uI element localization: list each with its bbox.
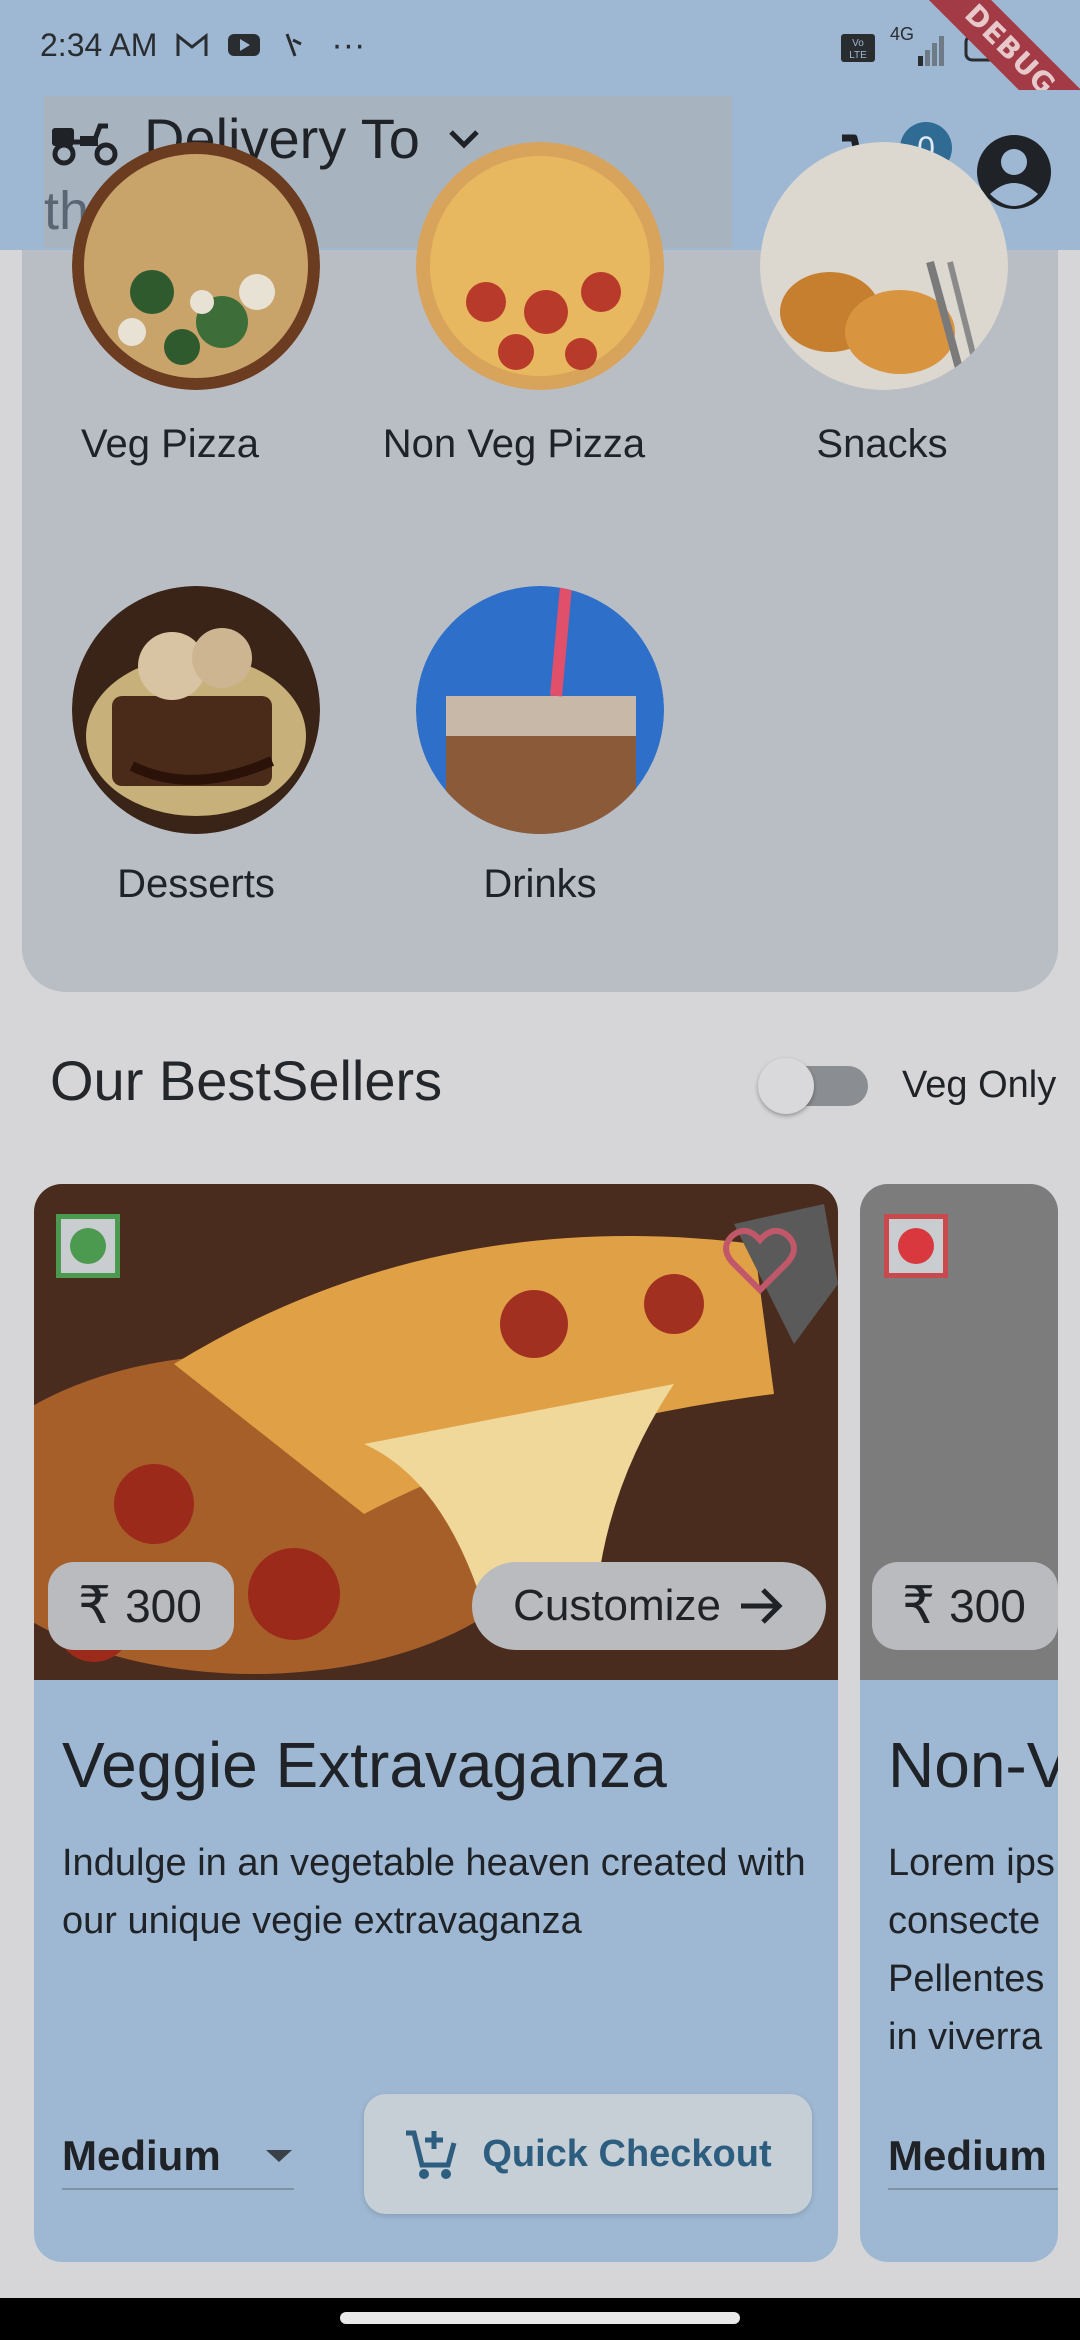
snacks-image [760,142,1008,390]
description-line: consecte [888,1900,1041,1942]
customize-button[interactable]: Customize [472,1562,826,1650]
price-value: 300 [125,1580,202,1632]
description-line: Pellentes [888,1958,1045,2000]
home-gesture-handle[interactable] [340,2312,740,2324]
missed-call-icon [285,33,303,57]
category-label: Snacks [816,422,948,466]
description-line: in viverra [888,2016,1043,2058]
quick-checkout-label: Quick Checkout [482,2132,772,2175]
favorite-heart-icon[interactable] [722,1226,798,1296]
veg-pizza-image [72,142,320,390]
status-time: 2:34 AM [40,26,158,63]
description-line: Lorem ips [888,1842,1055,1884]
veg-only-label: Veg Only [902,1064,1057,1106]
bestsellers-title: Our BestSellers [50,1049,443,1112]
rupee-icon: ₹ [902,1577,936,1635]
category-label: Desserts [117,862,275,906]
product-description: Indulge in an vegetable heaven created w… [62,1842,806,1942]
category-panel: Veg Pizza Non Veg Pizza Snacks Desserts … [22,142,1058,992]
status-bar: 2:34 AM ··· Vo LTE 4G DEBUG [0,0,1080,165]
delivery-scooter-icon [52,123,118,165]
non-veg-pizza-image [416,142,664,390]
non-veg-indicator-icon [884,1214,948,1278]
svg-text:Vo: Vo [852,38,864,49]
product-title: Non-V [888,1729,1058,1801]
size-value: Medium [62,2132,221,2179]
product-title: Veggie Extravaganza [62,1729,667,1801]
arrow-right-icon [740,1588,783,1624]
system-nav-bar [0,2298,1080,2340]
chevron-down-icon [449,129,479,149]
price-tag: ₹ 300 [48,1562,234,1650]
size-value: Medium [888,2132,1047,2179]
rupee-icon: ₹ [78,1577,112,1635]
price-value: 300 [949,1580,1026,1632]
customize-label: Customize [513,1581,721,1630]
dropdown-arrow-icon [266,2150,292,2162]
desserts-image [72,586,320,834]
gmail-icon [176,32,208,56]
product-card[interactable]: ₹ 300 Non-V Lorem ips consecte Pellentes… [860,1184,1058,2262]
veg-only-toggle[interactable] [758,1058,868,1114]
volte-icon: Vo LTE [841,34,875,62]
product-description: Lorem ips consecte Pellentes in viverra [888,1834,1058,2066]
product-card[interactable]: ₹ 300 Customize Veggie Extravaganza Indu… [34,1184,838,2262]
size-dropdown[interactable]: Medium [62,2124,294,2190]
category-label: Drinks [483,862,597,906]
category-label: Veg Pizza [81,422,259,466]
veg-indicator-icon [56,1214,120,1278]
add-to-cart-icon [406,2130,457,2179]
status-more-icon: ··· [331,25,366,64]
signal-icon: 4G [890,24,950,68]
quick-checkout-button[interactable]: Quick Checkout [364,2094,812,2214]
size-dropdown[interactable]: Medium [888,2124,1058,2190]
category-label: Non Veg Pizza [382,422,646,466]
drinks-image [416,586,664,834]
youtube-icon [228,34,261,56]
toggle-knob [758,1058,814,1114]
price-tag: ₹ 300 [872,1562,1058,1650]
svg-text:LTE: LTE [849,50,867,61]
